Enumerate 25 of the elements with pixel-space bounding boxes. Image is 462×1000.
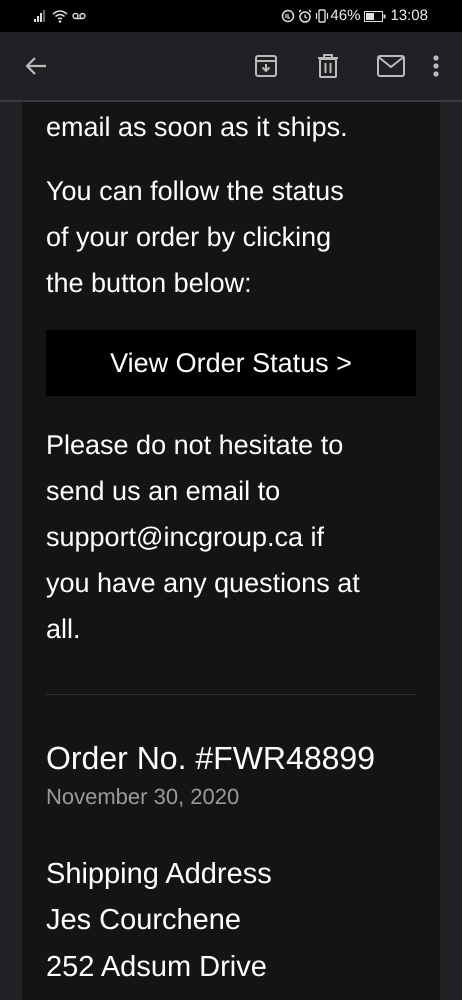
archive-icon <box>254 54 278 78</box>
shipping-heading: Shipping Address <box>46 857 273 892</box>
battery-percent: 46% <box>330 6 360 26</box>
signal-icon <box>34 10 48 22</box>
vibrate-icon <box>315 9 330 23</box>
more-options-icon <box>432 54 440 78</box>
back-arrow-icon <box>24 56 48 76</box>
clock-time: 13:08 <box>390 6 428 26</box>
trash-icon <box>317 54 339 78</box>
wifi-icon <box>52 10 68 22</box>
address-line: 252 Adsum Drive <box>46 950 268 985</box>
mail-button[interactable] <box>376 52 406 80</box>
body-paragraph: Please do not hesitate to send us an email to support@incgroup.ca if you have any questions at all. <box>46 429 361 646</box>
data-saver-icon <box>281 9 296 23</box>
alarm-icon <box>298 9 312 23</box>
order-number: Order No. #FWR48899 <box>46 739 376 778</box>
view-order-status-button[interactable]: View Order Status > <box>46 330 416 396</box>
body-paragraph: email as soon as it ships. <box>46 111 349 144</box>
body-paragraph: You can follow the status of your order by clicking the button below: <box>46 175 345 300</box>
voicemail-icon <box>72 12 86 20</box>
archive-button[interactable] <box>252 52 280 80</box>
envelope-icon <box>377 55 405 77</box>
address-line: Jes Courchene <box>46 903 242 938</box>
order-date: November 30, 2020 <box>46 783 240 811</box>
battery-icon <box>364 10 386 22</box>
